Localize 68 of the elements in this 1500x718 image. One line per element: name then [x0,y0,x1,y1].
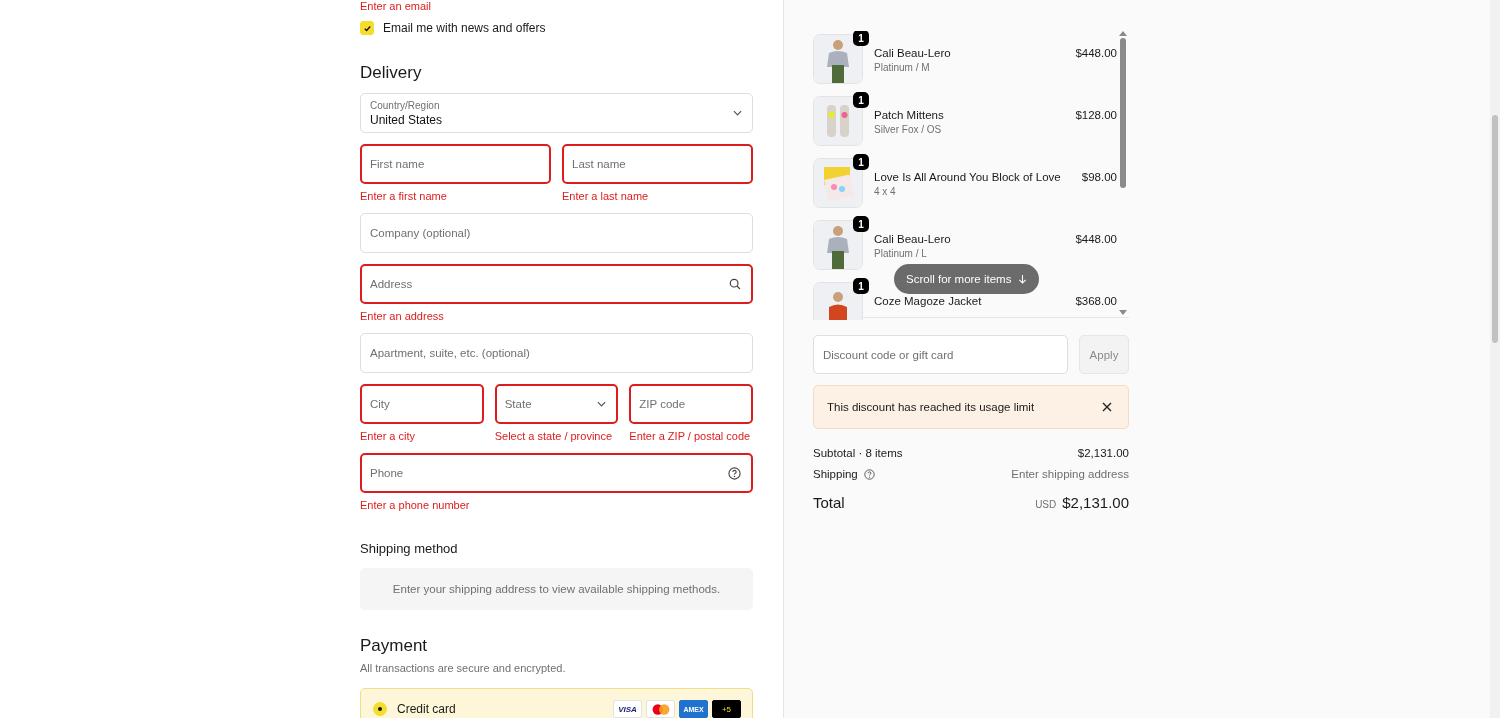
input-field[interactable]: Last name [562,144,753,184]
error-message: Enter a first name [360,190,448,202]
more-cards-badge: +5 [712,700,741,718]
error-message: Enter a city [360,430,417,442]
checkbox-label: Email me with news and offers [383,21,546,35]
chevron-down-icon [733,110,742,116]
scrollbar[interactable] [1119,31,1127,315]
error-message: Enter an address [360,310,445,322]
input-field[interactable]: Phone [360,453,753,493]
help-icon[interactable] [728,466,741,480]
card-logo-icon [646,700,675,718]
error-message: Enter an email [360,0,432,13]
payment-label: Credit card [397,702,457,716]
product-name: Cali Beau-Lero [874,233,952,245]
input-field[interactable]: ZIP code [629,384,753,424]
product-price: $448.00 [1075,46,1117,59]
notice-message: This discount has reached its usage limit [827,401,1035,413]
total-label: Total [813,494,845,511]
checkmark-icon [362,23,372,33]
quantity-badge: 1 [853,216,869,232]
error-message: Enter a last name [562,190,650,202]
product-name: Cali Beau-Lero [874,47,952,59]
section-subtitle: All transactions are secure and encrypted. [360,662,567,674]
quantity-badge: 1 [853,31,869,46]
arrow-down-icon [1018,273,1028,285]
subtotal-value: $2,131.00 [1077,447,1129,459]
product-price: $98.00 [1081,170,1117,183]
section-heading: Delivery [360,63,423,83]
product-price: $128.00 [1075,108,1117,121]
scroll-more-button[interactable]: Scroll for more items [894,264,1040,294]
chevron-down-icon [597,401,607,407]
quantity-badge: 1 [853,92,869,108]
shipping-notice: Enter your shipping address to view available shipping methods. [360,568,753,610]
section-heading: Shipping method [360,541,459,556]
card-logo: VISA [613,700,642,718]
error-message: Select a state / province [494,430,614,442]
input-field[interactable]: City [360,384,484,424]
input-field[interactable]: Apartment, suite, etc. (optional) [360,333,753,373]
total-value: $2,131.00 [1062,494,1129,511]
product-variant: Silver Fox / OS [874,124,943,135]
product-variant: Platinum / M [874,62,931,73]
quantity-badge: 1 [853,278,869,294]
quantity-badge: 1 [853,154,869,170]
close-icon[interactable] [1102,402,1112,412]
discount-field[interactable]: Discount code or gift card [813,335,1068,374]
product-price: $448.00 [1075,232,1117,245]
product-variant: 4 x 4 [874,186,897,197]
shipping-value: Enter shipping address [1011,468,1129,480]
product-variant: Platinum / L [874,248,928,259]
error-message: Enter a phone number [360,499,471,511]
currency-code: USD [1035,499,1057,510]
product-name: Love Is All Around You Block of Love [874,171,1062,183]
select-field[interactable]: Country/Region United States [360,93,753,133]
search-icon [729,278,741,290]
radio-button[interactable] [373,702,387,716]
error-message: Enter a ZIP / postal code [629,430,752,442]
product-price: $368.00 [1075,294,1117,307]
input-field[interactable]: Address [360,264,753,304]
input-field[interactable]: First name [360,144,551,184]
input-field[interactable]: Company (optional) [360,213,753,253]
product-name: Patch Mittens [874,109,945,121]
page-scrollbar[interactable] [1490,0,1500,718]
select-field[interactable]: State [494,384,619,424]
section-heading: Payment [360,636,429,656]
checkbox[interactable] [360,21,374,35]
shipping-label: Shipping [813,468,858,480]
subtotal-label: Subtotal · 8 items [813,447,903,459]
product-name: Coze Magoze Jacket [874,295,983,307]
